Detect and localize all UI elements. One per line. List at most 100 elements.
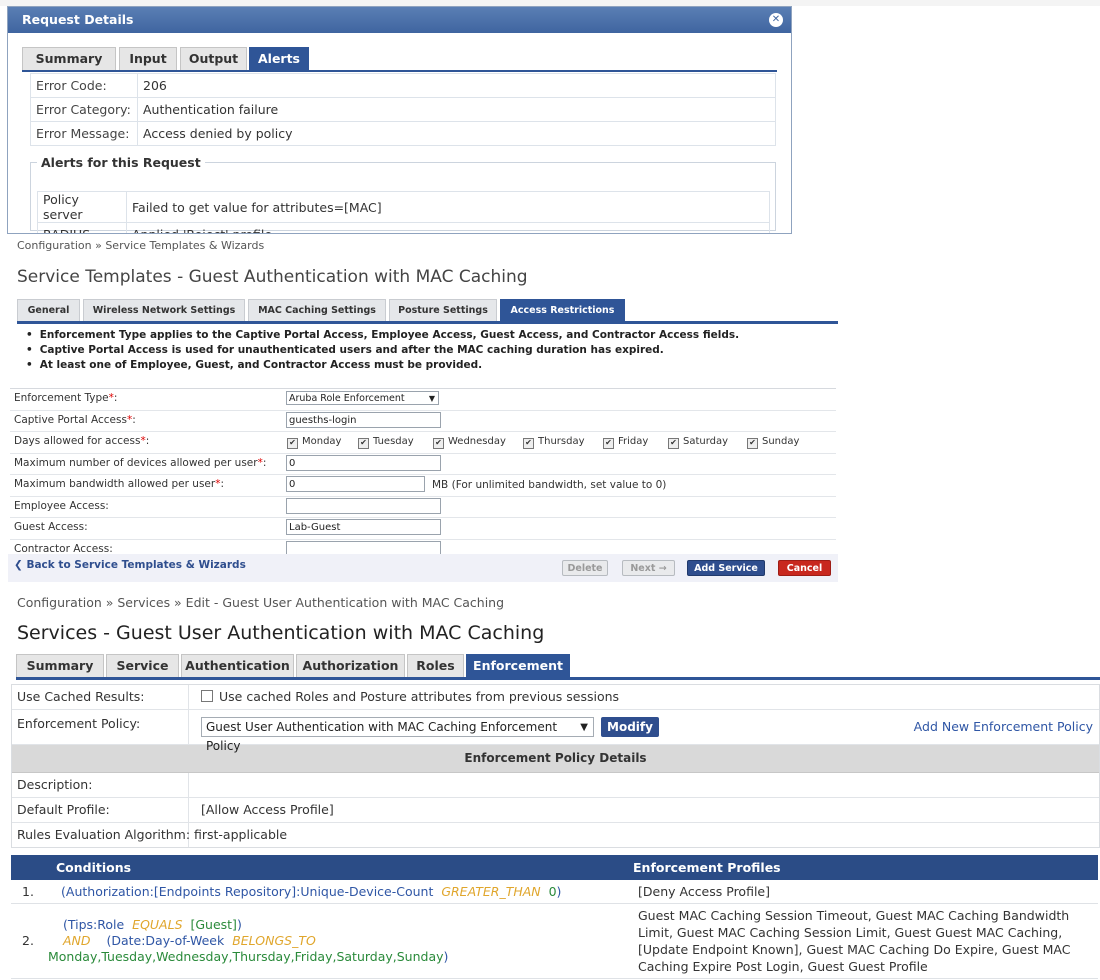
request-details-dialog: Request Details ✕ Summary Input Output A… <box>7 6 792 234</box>
enforcement-settings: Use Cached Results: Use cached Roles and… <box>11 684 1100 848</box>
algorithm-row: Rules Evaluation Algorithm: first-applic… <box>12 823 1099 847</box>
error-code-label: Error Code: <box>30 73 138 98</box>
back-link[interactable]: ❮ Back to Service Templates & Wizards <box>14 559 246 571</box>
add-service-button[interactable]: Add Service <box>687 560 765 576</box>
max-bandwidth-input[interactable]: 0 <box>286 476 425 492</box>
tab-authorization[interactable]: Authorization <box>296 654 405 677</box>
required-mark: * <box>140 435 146 447</box>
algorithm-value: first-applicable <box>194 827 288 842</box>
max-devices-input[interactable]: 0 <box>286 454 441 471</box>
dialog-titlebar: Request Details <box>8 7 791 33</box>
max-devices-row: Maximum number of devices allowed per us… <box>10 454 836 475</box>
checkbox-checked-icon: ✔ <box>603 438 614 449</box>
error-message-label: Error Message: <box>30 121 138 146</box>
error-category-row: Error Category: Authentication failure <box>30 97 776 122</box>
alert-message: Failed to get value for attributes=[MAC] <box>126 191 770 223</box>
condition-operator: BELONGS_TO <box>232 932 316 948</box>
alert-source: RADIUS <box>37 222 127 233</box>
alert-message: Applied 'Reject' profile <box>126 222 770 233</box>
rules-table: Conditions Enforcement Profiles 1. (Auth… <box>11 855 1098 979</box>
tab-access-restrictions[interactable]: Access Restrictions <box>500 299 625 321</box>
tab-input[interactable]: Input <box>119 47 177 70</box>
enforcement-policy-row: Enforcement Policy: Guest User Authentic… <box>12 710 1099 753</box>
tab-authentication[interactable]: Authentication <box>181 654 294 677</box>
tab-wireless-network-settings[interactable]: Wireless Network Settings <box>83 299 245 321</box>
tab-roles[interactable]: Roles <box>407 654 464 677</box>
day-checkbox-tuesday[interactable]: ✔ Tuesday <box>358 436 414 449</box>
tab-general[interactable]: General <box>17 299 80 321</box>
description-row: Description: <box>12 773 1099 798</box>
condition-joiner: AND <box>63 932 91 948</box>
error-code-value: 206 <box>137 73 776 98</box>
service-templates-panel: Configuration » Service Templates & Wiza… <box>8 236 838 582</box>
default-profile-label: Default Profile: <box>17 802 110 817</box>
max-bandwidth-label: Maximum bandwidth allowed per user <box>14 478 216 490</box>
use-cached-label: Use Cached Results: <box>17 689 145 704</box>
tab-enforcement[interactable]: Enforcement <box>466 654 570 677</box>
close-icon[interactable]: ✕ <box>769 13 783 27</box>
tab-summary[interactable]: Summary <box>22 47 116 70</box>
checkbox-checked-icon: ✔ <box>287 438 298 449</box>
rule-condition: (Tips:Role EQUALS [Guest]) AND (Date:Day… <box>48 903 632 979</box>
list-item: At least one of Employee, Guest, and Con… <box>26 358 739 373</box>
enforcement-policy-label: Enforcement Policy: <box>17 716 141 731</box>
max-bandwidth-row: Maximum bandwidth allowed per user*: 0 M… <box>10 475 836 497</box>
enforcement-type-label: Enforcement Type <box>14 392 109 404</box>
condition-attribute: Tips:Role <box>67 916 125 932</box>
modify-button[interactable]: Modify <box>601 717 659 737</box>
next-button[interactable]: Next → <box>622 560 675 576</box>
condition-value: 0 <box>548 883 557 899</box>
enforcement-policy-select[interactable]: Guest User Authentication with MAC Cachi… <box>201 717 594 753</box>
use-cached-checkbox[interactable]: Use cached Roles and Posture attributes … <box>201 689 619 704</box>
alert-source: Policy server <box>37 191 127 223</box>
day-checkbox-thursday[interactable]: ✔ Thursday <box>523 436 585 449</box>
rule-number: 1. <box>11 880 55 904</box>
enforcement-type-select[interactable]: Aruba Role Enforcement ▼ <box>286 391 439 405</box>
captive-portal-input[interactable]: guesths-login <box>286 411 441 428</box>
tab-mac-caching-settings[interactable]: MAC Caching Settings <box>248 299 386 321</box>
day-checkbox-wednesday[interactable]: ✔ Wednesday <box>433 436 506 449</box>
day-checkbox-sunday[interactable]: ✔ Sunday <box>747 436 799 449</box>
dialog-title: Request Details <box>22 12 134 27</box>
bandwidth-unit-hint: MB (For unlimited bandwidth, set value t… <box>432 479 667 491</box>
services-tabbar: Summary Service Authentication Authoriza… <box>16 654 1100 680</box>
page-title: Service Templates - Guest Authentication… <box>17 267 528 287</box>
services-enforcement-panel: Configuration » Services » Edit - Guest … <box>6 588 1100 980</box>
employee-access-label: Employee Access: <box>14 499 109 512</box>
error-code-row: Error Code: 206 <box>30 73 776 98</box>
condition-value: [Guest] <box>190 916 237 932</box>
error-summary-table: Error Code: 206 Error Category: Authenti… <box>30 73 776 146</box>
tab-output[interactable]: Output <box>180 47 247 70</box>
day-checkbox-saturday[interactable]: ✔ Saturday <box>668 436 728 449</box>
tab-posture-settings[interactable]: Posture Settings <box>389 299 497 321</box>
table-row: 1. (Authorization:[Endpoints Repository]… <box>11 880 1098 904</box>
breadcrumb: Configuration » Service Templates & Wiza… <box>17 239 265 252</box>
guest-access-label: Guest Access: <box>14 521 88 533</box>
max-devices-label: Maximum number of devices allowed per us… <box>14 456 258 469</box>
conditions-header: Conditions <box>55 855 632 880</box>
rules-header-row: Conditions Enforcement Profiles <box>11 855 1098 880</box>
use-cached-row: Use Cached Results: Use cached Roles and… <box>12 685 1099 710</box>
chevron-left-icon: ❮ <box>14 559 23 571</box>
condition-operator: GREATER_THAN <box>441 883 541 899</box>
cancel-button[interactable]: Cancel <box>778 560 831 576</box>
access-restrictions-form: Enforcement Type*: Aruba Role Enforcemen… <box>10 388 836 560</box>
page-title: Services - Guest User Authentication wit… <box>17 622 545 644</box>
checkbox-checked-icon: ✔ <box>358 438 369 449</box>
delete-button[interactable]: Delete <box>562 560 608 576</box>
enforcement-type-value: Aruba Role Enforcement <box>289 393 405 404</box>
rule-number: 2. <box>11 903 55 979</box>
enforcement-profiles-header: Enforcement Profiles <box>632 855 1098 880</box>
employee-access-input[interactable] <box>286 497 441 514</box>
breadcrumb: Configuration » Services » Edit - Guest … <box>17 595 505 610</box>
add-new-enforcement-policy-link[interactable]: Add New Enforcement Policy <box>914 719 1093 734</box>
checkbox-checked-icon: ✔ <box>433 438 444 449</box>
checkbox-checked-icon: ✔ <box>523 438 534 449</box>
guest-access-input[interactable]: Lab-Guest <box>286 519 441 535</box>
tab-alerts[interactable]: Alerts <box>249 47 309 70</box>
tab-service[interactable]: Service <box>106 654 179 677</box>
day-checkbox-friday[interactable]: ✔ Friday <box>603 436 648 449</box>
error-category-value: Authentication failure <box>137 97 776 122</box>
tab-summary[interactable]: Summary <box>16 654 104 677</box>
day-checkbox-monday[interactable]: ✔ Monday <box>287 436 341 449</box>
